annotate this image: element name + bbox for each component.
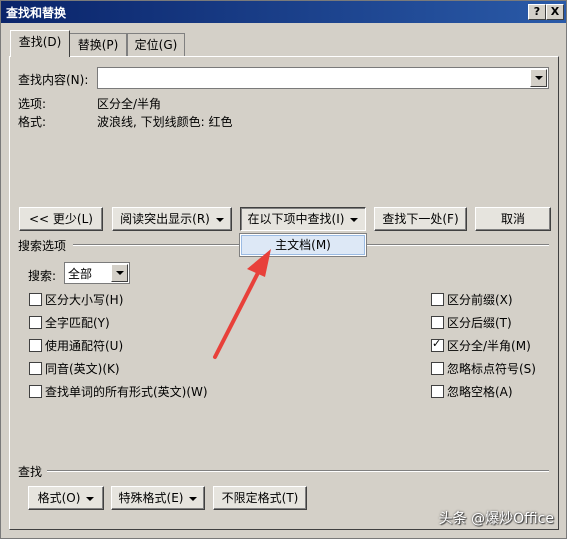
find-replace-dialog: 查找和替换 ? X 查找(D) 替换(P) 定位(G) 查找内容(N): 选项:… (0, 0, 567, 539)
annotation-arrow (213, 249, 271, 359)
arrow-head-icon (247, 249, 271, 277)
arrow-shaft (213, 261, 265, 359)
